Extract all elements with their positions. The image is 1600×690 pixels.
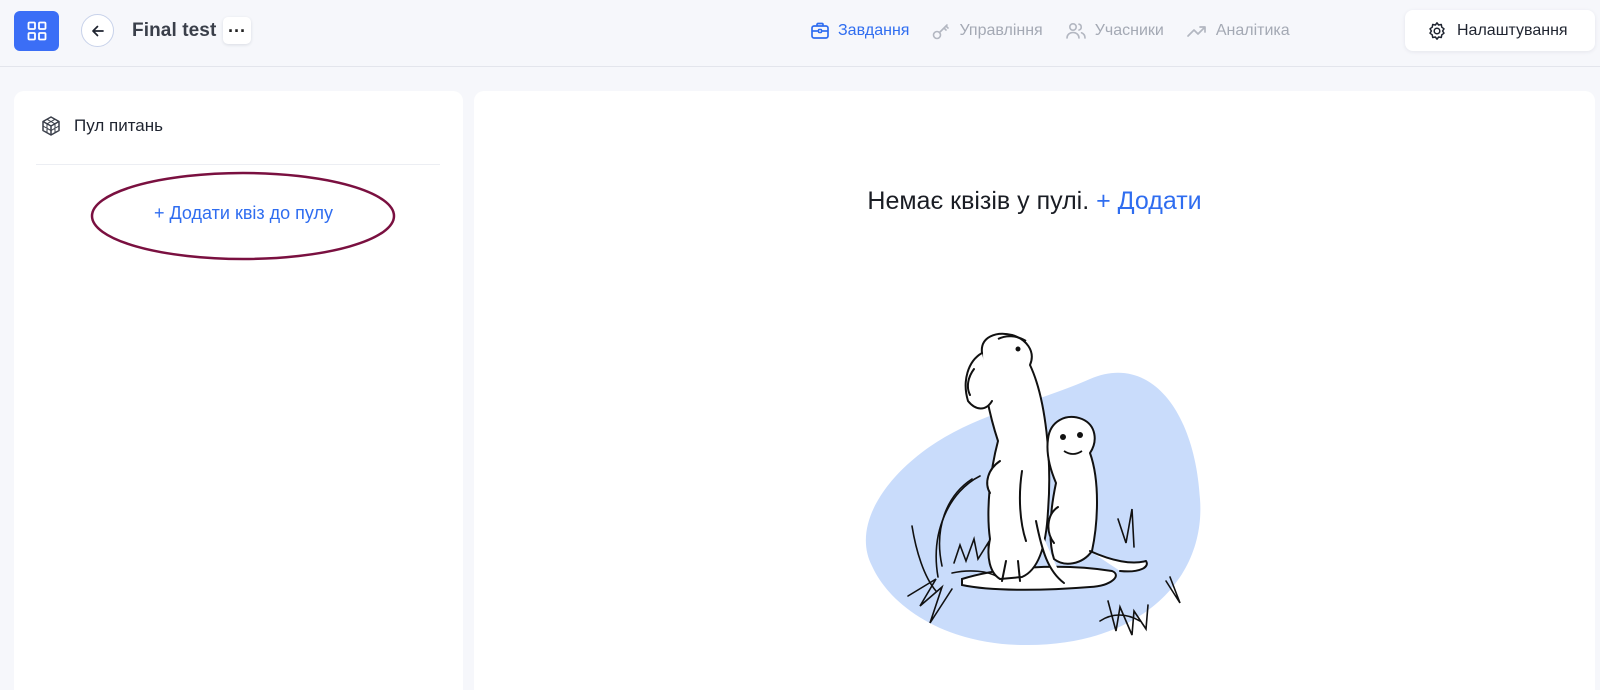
pool-header: Пул питань (40, 115, 163, 137)
tab-tasks[interactable]: Завдання (810, 21, 909, 41)
page-title: Final test (132, 20, 217, 41)
grid-icon (27, 21, 46, 41)
main-nav: Завдання Управління Учасники Аналітика (810, 18, 1312, 44)
meerkats-illustration (865, 332, 1201, 646)
tab-analytics-label: Аналітика (1215, 22, 1290, 39)
top-bar: Final test ··· Завдання Управління Учасн… (0, 0, 1600, 67)
tab-management-label: Управління (959, 22, 1043, 39)
trend-up-icon (1186, 26, 1206, 37)
question-pool-panel: Пул питань + Додати квіз до пулу (14, 91, 463, 690)
back-button[interactable] (81, 14, 114, 47)
add-quiz-to-pool-link[interactable]: + Додати квіз до пулу (14, 203, 463, 224)
empty-state-text: Немає квізів у пулі. (867, 187, 1090, 215)
tab-analytics[interactable]: Аналітика (1186, 21, 1290, 41)
add-quiz-link[interactable]: + Додати (1096, 187, 1201, 215)
pool-title: Пул питань (74, 116, 163, 135)
tab-tasks-label: Завдання (838, 22, 910, 39)
main-panel: Немає квізів у пулі. + Додати (474, 91, 1595, 690)
ellipsis-icon: ··· (228, 20, 246, 41)
empty-state-message: Немає квізів у пулі. + Додати (474, 187, 1595, 216)
settings-label: Налаштування (1457, 21, 1568, 39)
briefcase-icon (811, 22, 829, 39)
divider (36, 164, 440, 165)
tab-participants-label: Учасники (1094, 22, 1164, 39)
more-options-button[interactable]: ··· (223, 17, 251, 44)
arrow-left-icon (91, 25, 104, 36)
tab-management[interactable]: Управління (931, 21, 1043, 41)
settings-button[interactable]: Налаштування (1405, 10, 1595, 51)
users-icon (1065, 22, 1086, 39)
tab-participants[interactable]: Учасники (1065, 21, 1164, 41)
cube-icon (42, 116, 60, 136)
gear-icon (1429, 21, 1445, 40)
key-icon (933, 24, 950, 40)
apps-menu-button[interactable] (14, 11, 59, 51)
